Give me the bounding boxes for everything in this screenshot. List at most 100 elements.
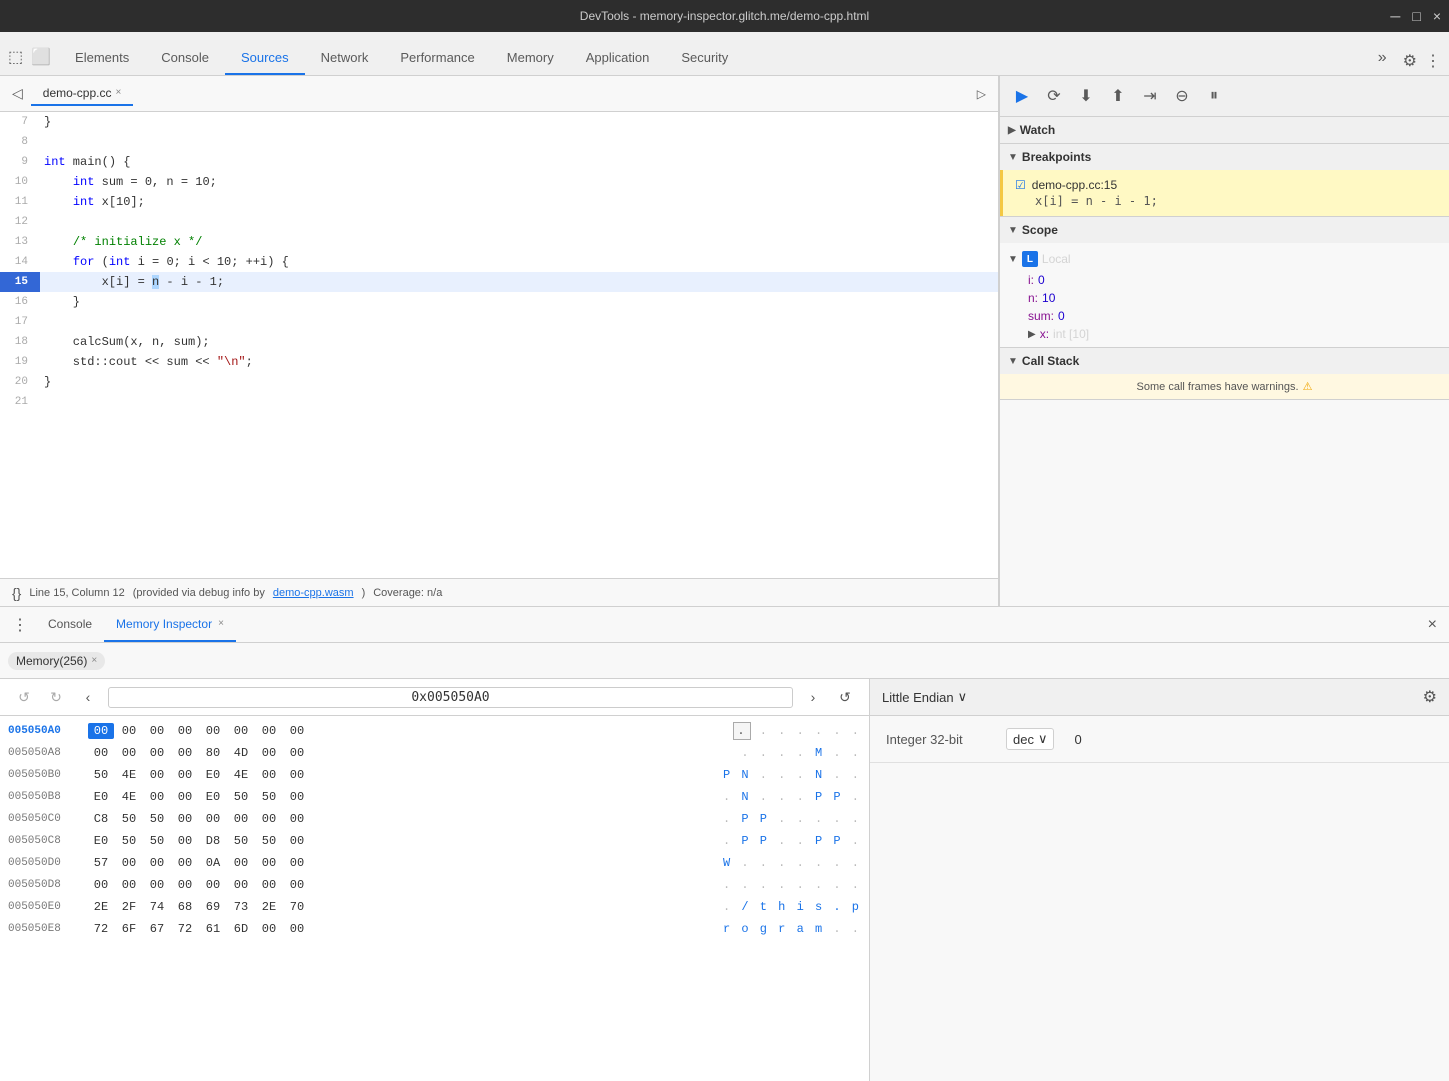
bottom-tab-memory-inspector[interactable]: Memory Inspector × (104, 607, 236, 642)
hex-byte[interactable]: 69 (200, 899, 226, 915)
hex-byte[interactable]: 67 (144, 921, 170, 937)
hex-byte[interactable]: E0 (88, 789, 114, 805)
mem-undo-button[interactable]: ↺ (12, 685, 36, 709)
more-tabs-button[interactable]: » (1370, 41, 1395, 75)
tab-console[interactable]: Console (145, 42, 225, 75)
hex-byte[interactable]: 00 (284, 811, 310, 827)
step-into-button[interactable]: ⬇ (1072, 82, 1100, 110)
breakpoint-file[interactable]: demo-cpp.cc:15 (1032, 178, 1117, 192)
hex-byte[interactable]: 50 (116, 811, 142, 827)
hex-byte[interactable]: E0 (88, 833, 114, 849)
hex-byte[interactable]: 00 (256, 723, 282, 739)
step-over-button[interactable]: ⟳ (1040, 82, 1068, 110)
hex-byte[interactable]: 0A (200, 855, 226, 871)
hex-byte[interactable]: 4E (116, 789, 142, 805)
hex-byte[interactable]: 6D (228, 921, 254, 937)
scope-section-header[interactable]: ▼ Scope (1000, 217, 1449, 243)
scope-var-x[interactable]: ▶ x: int [10] (1028, 325, 1441, 343)
mem-address-input[interactable] (108, 687, 793, 708)
hex-byte[interactable]: 00 (144, 745, 170, 761)
file-tab-demo-cpp[interactable]: demo-cpp.cc × (31, 82, 134, 106)
hex-byte[interactable]: 00 (172, 745, 198, 761)
hex-byte[interactable]: 72 (88, 921, 114, 937)
call-stack-section-header[interactable]: ▼ Call Stack (1000, 348, 1449, 374)
hex-byte[interactable]: 00 (200, 723, 226, 739)
val-format-select[interactable]: dec ∨ (1006, 728, 1054, 750)
hex-byte[interactable]: E0 (200, 789, 226, 805)
hex-byte[interactable]: 4E (228, 767, 254, 783)
breakpoint-checkbox[interactable]: ☑ (1015, 178, 1026, 192)
hex-byte[interactable]: 00 (256, 921, 282, 937)
file-tab-close[interactable]: × (115, 87, 121, 98)
memory-settings-icon[interactable]: ⚙ (1423, 687, 1437, 707)
hex-byte[interactable]: 00 (256, 855, 282, 871)
mem-refresh-button[interactable]: ↺ (833, 685, 857, 709)
hex-byte[interactable]: 00 (172, 767, 198, 783)
bottom-close-button[interactable]: × (1420, 612, 1445, 638)
hex-byte[interactable]: 50 (144, 811, 170, 827)
hex-byte[interactable]: 00 (172, 723, 198, 739)
hex-byte[interactable]: 00 (144, 767, 170, 783)
hex-byte[interactable]: 00 (228, 855, 254, 871)
bottom-tab-menu[interactable]: ⋮ (4, 611, 36, 639)
pause-on-exceptions-button[interactable]: ⏸ (1200, 82, 1228, 110)
hex-byte[interactable]: 74 (144, 899, 170, 915)
hex-byte[interactable]: 00 (284, 921, 310, 937)
panel-toggle-button[interactable]: ◁ (4, 81, 31, 106)
hex-byte[interactable]: 2E (256, 899, 282, 915)
hex-byte[interactable]: 50 (256, 833, 282, 849)
hex-byte[interactable]: 00 (284, 877, 310, 893)
memory-inspector-tab-close[interactable]: × (218, 618, 224, 629)
tab-performance[interactable]: Performance (384, 42, 490, 75)
step-button[interactable]: ⇥ (1136, 82, 1164, 110)
inspect-icon[interactable]: ⬚ (8, 47, 23, 67)
debug-file-link[interactable]: demo-cpp.wasm (273, 587, 354, 599)
hex-byte[interactable]: 68 (172, 899, 198, 915)
hex-byte[interactable]: 00 (144, 855, 170, 871)
hex-byte[interactable]: 80 (200, 745, 226, 761)
hex-byte[interactable]: 00 (256, 767, 282, 783)
hex-byte[interactable]: 00 (88, 723, 114, 739)
hex-byte[interactable]: 2E (88, 899, 114, 915)
hex-byte[interactable]: 50 (116, 833, 142, 849)
hex-byte[interactable]: 61 (200, 921, 226, 937)
hex-byte[interactable]: 2F (116, 899, 142, 915)
hex-byte[interactable]: 00 (144, 789, 170, 805)
hex-byte[interactable]: 00 (88, 745, 114, 761)
hex-byte[interactable]: 00 (284, 855, 310, 871)
hex-byte[interactable]: 00 (228, 877, 254, 893)
hex-byte[interactable]: D8 (200, 833, 226, 849)
hex-byte[interactable]: 00 (256, 745, 282, 761)
hex-byte[interactable]: 50 (144, 833, 170, 849)
hex-byte[interactable]: 00 (116, 855, 142, 871)
hex-byte[interactable]: 00 (116, 877, 142, 893)
mem-next-button[interactable]: › (801, 685, 825, 709)
hex-byte[interactable]: 4D (228, 745, 254, 761)
tab-security[interactable]: Security (665, 42, 744, 75)
file-tab-more[interactable]: ▷ (969, 83, 994, 105)
tab-elements[interactable]: Elements (59, 42, 145, 75)
hex-byte[interactable]: 00 (284, 789, 310, 805)
tab-sources[interactable]: Sources (225, 42, 305, 75)
device-icon[interactable]: ⬜ (31, 47, 51, 67)
hex-byte[interactable]: 00 (284, 767, 310, 783)
mem-prev-button[interactable]: ‹ (76, 685, 100, 709)
deactivate-breakpoints-button[interactable]: ⊖ (1168, 82, 1196, 110)
maximize-button[interactable]: □ (1412, 8, 1420, 24)
hex-byte[interactable]: 6F (116, 921, 142, 937)
hex-byte[interactable]: 00 (172, 833, 198, 849)
hex-byte[interactable]: 50 (228, 789, 254, 805)
memory-256-tab[interactable]: Memory(256) × (8, 652, 105, 670)
menu-icon[interactable]: ⋮ (1425, 51, 1441, 71)
tab-memory[interactable]: Memory (491, 42, 570, 75)
step-out-button[interactable]: ⬆ (1104, 82, 1132, 110)
hex-byte[interactable]: 00 (172, 877, 198, 893)
hex-byte[interactable]: 50 (88, 767, 114, 783)
hex-byte[interactable]: 00 (172, 811, 198, 827)
hex-byte[interactable]: 4E (116, 767, 142, 783)
hex-byte[interactable]: 00 (284, 723, 310, 739)
endian-select[interactable]: Little Endian ∨ (882, 689, 967, 705)
close-button[interactable]: × (1433, 8, 1441, 24)
hex-byte[interactable]: 50 (256, 789, 282, 805)
hex-byte[interactable]: 50 (228, 833, 254, 849)
